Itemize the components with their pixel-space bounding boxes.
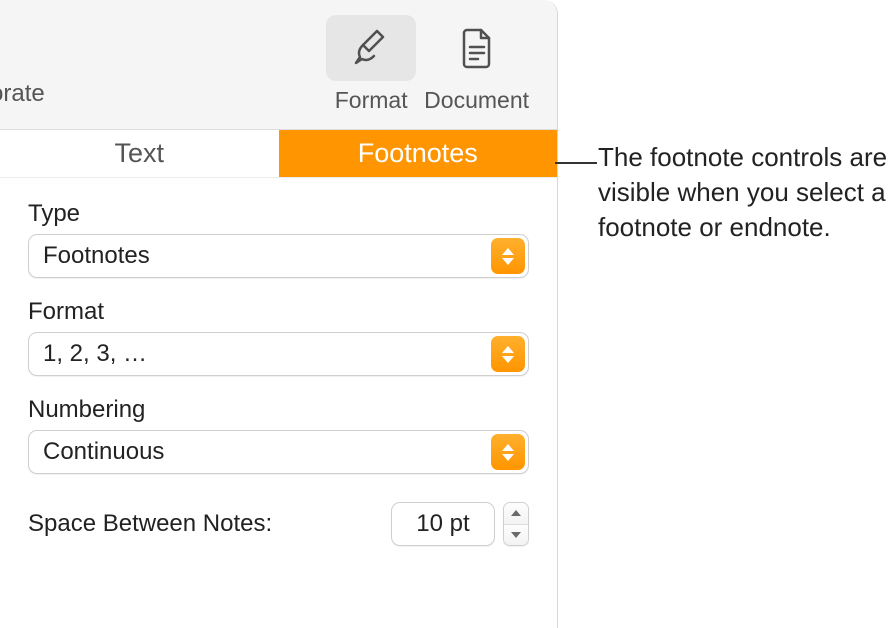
inspector-toolbar: orate Format bbox=[0, 0, 557, 130]
truncated-toolbar-label: orate bbox=[0, 80, 45, 108]
document-label: Document bbox=[424, 87, 529, 114]
format-toolbar-button[interactable]: Format bbox=[326, 15, 416, 114]
callout-text: The footnote controls are visible when y… bbox=[598, 140, 888, 245]
paintbrush-icon bbox=[350, 27, 392, 69]
footnotes-controls: Type Footnotes Format 1, 2, 3, … Numberi… bbox=[0, 178, 557, 568]
format-value: 1, 2, 3, … bbox=[43, 340, 147, 368]
callout-leader-line bbox=[555, 162, 597, 164]
space-controls: 10 pt bbox=[391, 502, 529, 546]
type-field: Type Footnotes bbox=[28, 200, 529, 278]
document-icon bbox=[458, 27, 496, 69]
chevron-up-icon bbox=[511, 510, 521, 516]
space-between-row: Space Between Notes: 10 pt bbox=[28, 502, 529, 546]
stepper-up[interactable] bbox=[504, 503, 528, 525]
stepper-down[interactable] bbox=[504, 525, 528, 546]
space-value-field[interactable]: 10 pt bbox=[391, 502, 495, 546]
document-icon-wrap bbox=[432, 15, 522, 81]
document-toolbar-button[interactable]: Document bbox=[424, 15, 529, 114]
numbering-value: Continuous bbox=[43, 438, 164, 466]
inspector-panel: orate Format bbox=[0, 0, 558, 628]
format-field: Format 1, 2, 3, … bbox=[28, 298, 529, 376]
format-label: Format bbox=[335, 87, 408, 114]
space-value: 10 pt bbox=[416, 510, 469, 538]
space-label: Space Between Notes: bbox=[28, 510, 272, 538]
popup-arrows-icon bbox=[491, 434, 525, 470]
numbering-popup[interactable]: Continuous bbox=[28, 430, 529, 474]
type-value: Footnotes bbox=[43, 242, 150, 270]
tab-footnotes[interactable]: Footnotes bbox=[279, 130, 558, 177]
format-icon-wrap bbox=[326, 15, 416, 81]
type-label: Type bbox=[28, 200, 529, 228]
type-popup[interactable]: Footnotes bbox=[28, 234, 529, 278]
chevron-down-icon bbox=[511, 532, 521, 538]
popup-arrows-icon bbox=[491, 238, 525, 274]
format-label-text: Format bbox=[28, 298, 529, 326]
numbering-label: Numbering bbox=[28, 396, 529, 424]
inspector-tabs: Text Footnotes bbox=[0, 130, 557, 178]
toolbar-group: Format bbox=[326, 15, 529, 114]
format-popup[interactable]: 1, 2, 3, … bbox=[28, 332, 529, 376]
tab-text[interactable]: Text bbox=[0, 130, 279, 177]
numbering-field: Numbering Continuous bbox=[28, 396, 529, 474]
space-stepper[interactable] bbox=[503, 502, 529, 546]
popup-arrows-icon bbox=[491, 336, 525, 372]
